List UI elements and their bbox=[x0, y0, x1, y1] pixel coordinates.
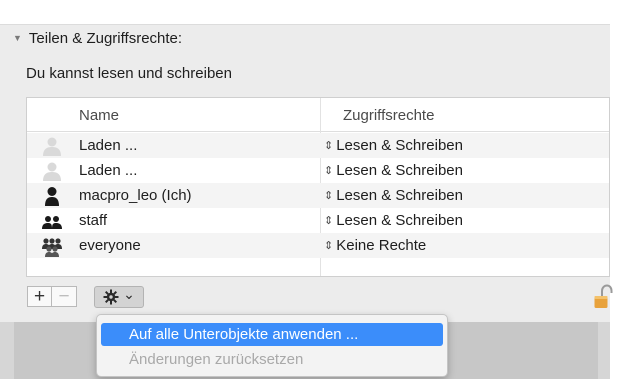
permission-value: Lesen & Schreiben bbox=[336, 187, 463, 204]
gear-icon bbox=[103, 289, 119, 305]
updown-chevron-icon: ⇕ bbox=[324, 215, 334, 227]
permission-popup[interactable]: ⇕ Lesen & Schreiben bbox=[324, 137, 463, 154]
window-edge bbox=[610, 0, 636, 379]
permissions-table: Name Zugriffsrechte Laden ... ⇕ Lesen & S… bbox=[26, 97, 610, 277]
table-row[interactable]: everyone ⇕ Keine Rechte bbox=[27, 233, 609, 258]
updown-chevron-icon: ⇕ bbox=[324, 165, 334, 177]
menu-item-apply-to-enclosed[interactable]: Auf alle Unterobjekte anwenden ... bbox=[101, 323, 443, 346]
chevron-down-icon: ⌄ bbox=[123, 285, 135, 302]
row-name: staff bbox=[79, 212, 108, 229]
add-remove-buttons: + − bbox=[27, 286, 77, 307]
permission-note: Du kannst lesen und schreiben bbox=[26, 65, 232, 82]
unlocked-padlock-icon[interactable] bbox=[593, 284, 613, 310]
table-row[interactable]: Laden ... ⇕ Lesen & Schreiben bbox=[27, 133, 609, 158]
table-row[interactable]: Laden ... ⇕ Lesen & Schreiben bbox=[27, 158, 609, 183]
menu-item-revert-changes[interactable]: Änderungen zurücksetzen bbox=[101, 348, 443, 371]
updown-chevron-icon: ⇕ bbox=[324, 140, 334, 152]
permission-value: Lesen & Schreiben bbox=[336, 137, 463, 154]
user-placeholder-icon bbox=[43, 137, 61, 156]
everyone-icon bbox=[42, 238, 62, 257]
group-icon bbox=[42, 216, 62, 229]
section-title: Teilen & Zugriffsrechte: bbox=[28, 30, 183, 47]
disclosure-triangle-icon[interactable]: ▼ bbox=[13, 33, 22, 43]
row-name: everyone bbox=[79, 237, 141, 254]
row-name: macpro_leo (Ich) bbox=[79, 187, 192, 204]
sharing-section-header[interactable]: ▼ Teilen & Zugriffsrechte: bbox=[13, 30, 182, 47]
permission-popup[interactable]: ⇕ Lesen & Schreiben bbox=[324, 162, 463, 179]
table-row[interactable]: staff ⇕ Lesen & Schreiben bbox=[27, 208, 609, 233]
permission-value: Lesen & Schreiben bbox=[336, 162, 463, 179]
action-context-menu: Auf alle Unterobjekte anwenden ... Änder… bbox=[96, 314, 448, 377]
permission-popup[interactable]: ⇕ Keine Rechte bbox=[324, 237, 426, 254]
permission-popup[interactable]: ⇕ Lesen & Schreiben bbox=[324, 212, 463, 229]
user-placeholder-icon bbox=[43, 162, 61, 181]
row-name: Laden ... bbox=[79, 137, 138, 154]
column-header-name[interactable]: Name bbox=[79, 107, 119, 124]
table-row[interactable]: macpro_leo (Ich) ⇕ Lesen & Schreiben bbox=[27, 183, 609, 208]
remove-user-button[interactable]: − bbox=[52, 286, 77, 307]
action-menu-button[interactable]: ⌄ bbox=[94, 286, 144, 308]
column-header-permissions[interactable]: Zugriffsrechte bbox=[343, 107, 434, 124]
permission-value: Keine Rechte bbox=[336, 237, 427, 254]
row-name: Laden ... bbox=[79, 162, 138, 179]
permission-value: Lesen & Schreiben bbox=[336, 212, 463, 229]
updown-chevron-icon: ⇕ bbox=[324, 190, 334, 202]
permission-popup[interactable]: ⇕ Lesen & Schreiben bbox=[324, 187, 463, 204]
add-user-button[interactable]: + bbox=[27, 286, 52, 307]
updown-chevron-icon: ⇕ bbox=[324, 240, 334, 252]
table-header: Name Zugriffsrechte bbox=[27, 98, 609, 132]
user-icon bbox=[45, 187, 59, 206]
window-top-strip bbox=[0, 0, 636, 24]
